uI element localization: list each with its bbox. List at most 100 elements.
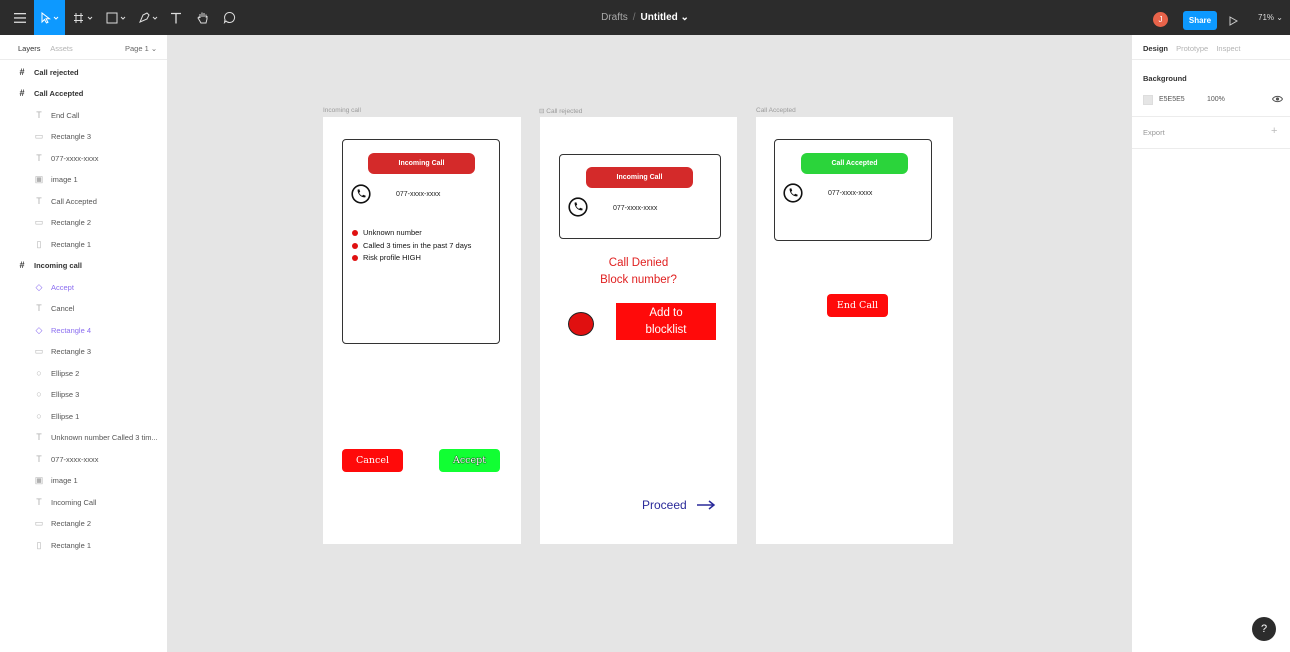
file-name[interactable]: Untitled ⌄ — [641, 12, 689, 23]
text-layer-icon: T — [36, 303, 42, 313]
bullet-dot — [352, 255, 358, 262]
layer-item-component[interactable]: ◇ Rectangle 4 — [0, 321, 167, 339]
list-item: Unknown number — [352, 227, 471, 240]
background-section-title: Background — [1143, 74, 1187, 83]
add-export-plus-icon[interactable]: + — [1271, 125, 1277, 137]
present-play-icon[interactable] — [1229, 13, 1239, 31]
frame-label-incoming-call[interactable]: Incoming call — [323, 107, 361, 114]
frame-label-text: Call rejected — [546, 108, 583, 115]
layer-item-text[interactable]: T Call Accepted — [0, 192, 167, 210]
text-layer-icon: T — [36, 110, 42, 120]
pen-tool-icon[interactable] — [135, 0, 163, 35]
layer-item-component[interactable]: ◇ Accept — [0, 278, 167, 296]
end-call-button[interactable]: End Call — [827, 294, 888, 317]
block-radio-ellipse[interactable] — [568, 312, 594, 336]
design-canvas[interactable]: Incoming call Incoming Call 077-xxxx-xxx… — [168, 35, 1131, 652]
call-card: Incoming Call 077-xxxx-xxxx Unknown numb… — [342, 139, 500, 344]
layer-label: Rectangle 1 — [51, 540, 92, 550]
layer-item-text[interactable]: T Cancel — [0, 299, 167, 317]
bullet-text: Unknown number — [363, 228, 422, 237]
frame-call-accepted[interactable]: Call Accepted 077-xxxx-xxxx End Call — [756, 117, 953, 544]
layer-item-image[interactable]: ▣ image 1 — [0, 170, 167, 188]
eye-visibility-icon[interactable] — [1272, 95, 1283, 103]
text-layer-icon: T — [36, 153, 42, 163]
layer-item-frame[interactable]: # Incoming call — [0, 256, 167, 274]
frame-incoming-call[interactable]: Incoming Call 077-xxxx-xxxx Unknown numb… — [323, 117, 521, 544]
layer-label: Cancel — [51, 303, 75, 313]
main-menu-icon[interactable] — [8, 0, 32, 35]
rectangle-layer-icon: ▯ — [36, 238, 42, 249]
layer-item-text[interactable]: T 077-xxxx-xxxx — [0, 149, 167, 167]
frame-tool-icon[interactable] — [70, 0, 98, 35]
proceed-link[interactable]: Proceed — [642, 498, 716, 512]
layer-item-rectangle[interactable]: ▭ Rectangle 3 — [0, 342, 167, 360]
layer-item-text[interactable]: T Unknown number Called 3 tim... — [0, 428, 167, 446]
layer-item-rectangle[interactable]: ▯ Rectangle 1 — [0, 235, 167, 253]
frame-icon: # — [19, 67, 25, 77]
accept-button[interactable]: Accept — [439, 449, 500, 472]
layer-label: Accept — [51, 282, 74, 292]
text-tool-icon[interactable] — [167, 0, 185, 35]
text-layer-icon: T — [36, 196, 42, 206]
text-layer-icon: T — [36, 432, 42, 442]
cancel-button[interactable]: Cancel — [342, 449, 403, 472]
hand-tool-icon[interactable] — [194, 0, 212, 35]
phone-icon — [568, 197, 588, 217]
layer-item-rectangle[interactable]: ▭ Rectangle 2 — [0, 514, 167, 532]
layer-item-frame[interactable]: # Call Accepted — [0, 84, 167, 102]
button-label-line2: blocklist — [645, 323, 687, 336]
image-layer-icon: ▣ — [34, 474, 44, 485]
frame-label-call-accepted[interactable]: Call Accepted — [756, 107, 796, 114]
layer-label: 077-xxxx-xxxx — [51, 153, 99, 163]
shape-tool-icon[interactable] — [103, 0, 131, 35]
panel-divider — [1132, 148, 1290, 149]
layer-item-ellipse[interactable]: ○ Ellipse 1 — [0, 407, 167, 425]
layer-item-ellipse[interactable]: ○ Ellipse 2 — [0, 364, 167, 382]
background-opacity[interactable]: 100% — [1207, 96, 1225, 103]
layer-label: Ellipse 2 — [51, 368, 80, 378]
panel-divider — [1132, 116, 1290, 117]
avatar[interactable]: J — [1153, 12, 1168, 27]
layer-item-text[interactable]: T 077-xxxx-xxxx — [0, 450, 167, 468]
add-to-blocklist-button[interactable]: Add to blocklist — [616, 303, 716, 340]
caller-number: 077-xxxx-xxxx — [828, 190, 873, 197]
page-selector[interactable]: Page 1 ⌄ — [125, 44, 157, 53]
layer-label: image 1 — [51, 174, 78, 184]
frame-label-call-rejected[interactable]: ⊟ Call rejected — [539, 107, 582, 115]
frame-call-rejected[interactable]: Incoming Call 077-xxxx-xxxx Call Denied … — [540, 117, 737, 544]
tab-prototype[interactable]: Prototype — [1176, 44, 1208, 53]
frame-icon: # — [19, 260, 25, 270]
breadcrumb-separator: / — [632, 12, 636, 23]
layer-label: Call Accepted — [34, 88, 84, 98]
layer-label: Rectangle 1 — [51, 239, 92, 249]
layer-label: Rectangle 2 — [51, 518, 92, 528]
layer-label: Rectangle 4 — [51, 325, 92, 335]
move-tool-icon[interactable] — [34, 0, 65, 35]
frame-icon: # — [19, 88, 25, 98]
background-color-swatch[interactable] — [1143, 95, 1153, 105]
layer-item-text[interactable]: T End Call — [0, 106, 167, 124]
share-button[interactable]: Share — [1183, 11, 1217, 30]
comment-tool-icon[interactable] — [220, 0, 238, 35]
layer-item-rectangle[interactable]: ▯ Rectangle 1 — [0, 536, 167, 554]
breadcrumb-folder[interactable]: Drafts — [601, 12, 628, 23]
layer-item-rectangle[interactable]: ▭ Rectangle 3 — [0, 127, 167, 145]
tab-design[interactable]: Design — [1143, 44, 1168, 53]
list-item: Risk profile HIGH — [352, 252, 471, 265]
ellipse-layer-icon: ○ — [36, 368, 42, 378]
zoom-level[interactable]: 71% ⌄ — [1258, 11, 1283, 24]
layer-item-image[interactable]: ▣ image 1 — [0, 471, 167, 489]
layer-item-rectangle[interactable]: ▭ Rectangle 2 — [0, 213, 167, 231]
button-label-line1: Add to — [649, 306, 683, 319]
rectangle-layer-icon: ▭ — [34, 345, 44, 356]
layer-item-text[interactable]: T Incoming Call — [0, 493, 167, 511]
tab-layers[interactable]: Layers — [18, 44, 41, 53]
tab-inspect[interactable]: Inspect — [1216, 44, 1240, 53]
background-hex-value[interactable]: E5E5E5 — [1159, 96, 1185, 103]
layer-item-frame[interactable]: # Call rejected — [0, 63, 167, 81]
tab-assets[interactable]: Assets — [50, 44, 73, 53]
incoming-call-header: Incoming Call — [586, 167, 693, 188]
help-button[interactable]: ? — [1252, 617, 1276, 641]
layer-item-ellipse[interactable]: ○ Ellipse 3 — [0, 385, 167, 403]
layer-label: Call rejected — [34, 67, 79, 77]
